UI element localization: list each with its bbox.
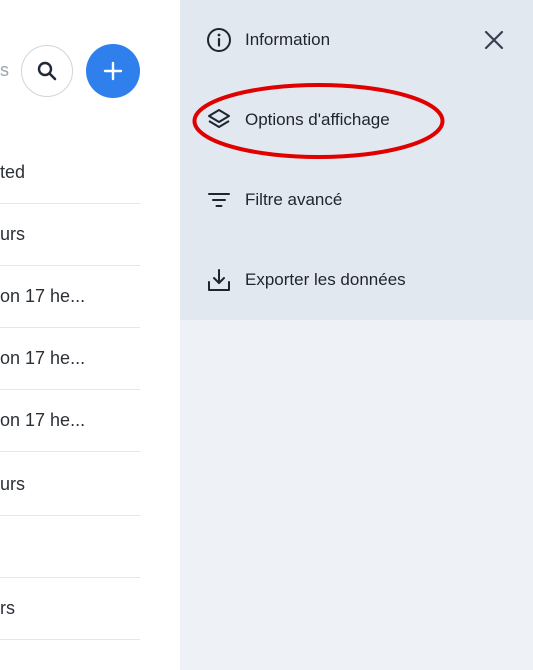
menu-item-advanced-filter[interactable]: Filtre avancé xyxy=(206,180,342,220)
list-item[interactable]: on 17 he... xyxy=(0,390,140,452)
list-item-text: on 17 he... xyxy=(0,348,86,368)
menu-item-information[interactable]: Information xyxy=(206,20,330,60)
menu-item-label: Information xyxy=(245,30,331,49)
panel-menu: Information Options d'affichage Filtre a… xyxy=(180,0,533,320)
highlight-annotation xyxy=(192,83,445,159)
list-item[interactable] xyxy=(0,516,140,578)
download-icon xyxy=(206,267,232,293)
search-icon xyxy=(37,61,57,81)
list-item-text: urs xyxy=(0,224,26,244)
list-item-text: rs xyxy=(0,598,15,618)
list-item[interactable]: rs xyxy=(0,578,140,640)
list-item-text: on 17 he... xyxy=(0,286,86,306)
menu-item-label: Filtre avancé xyxy=(245,190,343,209)
add-button[interactable] xyxy=(86,44,140,98)
plus-icon xyxy=(103,61,123,81)
menu-item-export-data[interactable]: Exporter les données xyxy=(206,260,406,300)
close-icon xyxy=(484,30,504,50)
menu-item-label: Exporter les données xyxy=(245,270,406,289)
filter-icon xyxy=(206,187,232,213)
list-item[interactable]: urs xyxy=(0,204,140,266)
list-item[interactable]: ted xyxy=(0,142,140,204)
info-icon xyxy=(206,27,232,53)
close-button[interactable] xyxy=(480,26,508,54)
list-item[interactable]: on 17 he... xyxy=(0,328,140,390)
list-item[interactable]: on 17 he... xyxy=(0,266,140,328)
search-hint-text: s xyxy=(0,60,9,80)
list-pane: s ted urs on 17 he... on 17 he... on 17 … xyxy=(0,0,180,670)
list-item[interactable]: urs xyxy=(0,454,140,516)
list-item-text: on 17 he... xyxy=(0,410,86,430)
search-button[interactable] xyxy=(21,45,73,97)
list-item-text: urs xyxy=(0,474,26,494)
list-item-text: ted xyxy=(0,162,26,182)
